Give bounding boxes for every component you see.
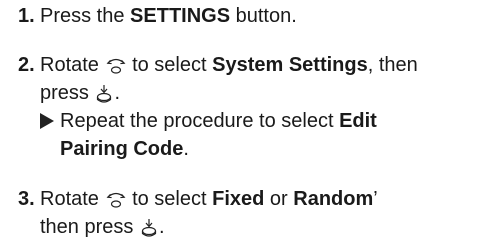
- sub-step-text: Repeat the procedure to select: [60, 110, 340, 132]
- pairing-code-label: Pairing Code: [60, 138, 184, 160]
- step-text: , then: [367, 54, 418, 76]
- step-text: Rotate: [40, 188, 99, 210]
- step-text: .: [158, 216, 165, 238]
- step-number: 3.: [18, 188, 35, 210]
- sub-step-text: .: [183, 138, 189, 160]
- step-text: then press: [40, 216, 134, 238]
- edit-label: Edit: [339, 110, 377, 132]
- step-text: press: [40, 82, 89, 104]
- step-2: 2. Rotate to select System Settings, then…: [18, 51, 472, 163]
- settings-button-label: SETTINGS: [130, 5, 231, 27]
- random-label: Random: [293, 188, 374, 210]
- step-text: to select: [132, 54, 207, 76]
- system-settings-label: System Settings: [212, 54, 368, 76]
- step-number: 2.: [18, 54, 35, 76]
- step-text: to select: [132, 188, 207, 210]
- sub-step-note: Repeat the procedure to select Edit Pair…: [40, 107, 472, 163]
- triangle-right-icon: [40, 113, 54, 129]
- step-text: Press the: [40, 5, 131, 27]
- step-text: ’: [373, 188, 378, 210]
- step-1: 1. Press the SETTINGS button.: [18, 2, 472, 30]
- interface-dial-press-icon: [140, 218, 158, 238]
- step-text: or: [264, 188, 294, 210]
- step-text: button.: [230, 5, 297, 27]
- step-text: Rotate: [40, 54, 99, 76]
- interface-dial-press-icon: [95, 84, 113, 104]
- interface-dial-rotate-icon: [106, 57, 126, 75]
- step-3: 3. Rotate to select Fixed or Random’ then…: [18, 185, 472, 241]
- step-number: 1.: [18, 5, 35, 27]
- fixed-label: Fixed: [212, 188, 265, 210]
- interface-dial-rotate-icon: [106, 191, 126, 209]
- step-text: .: [114, 82, 121, 104]
